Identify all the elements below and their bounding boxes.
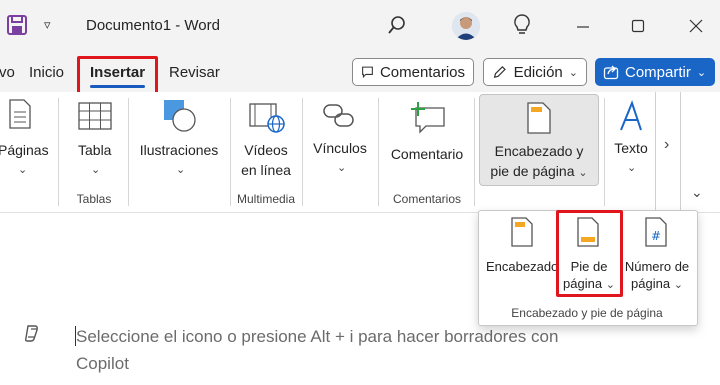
share-chevron-icon: ⌄ <box>696 66 707 79</box>
online-videos-label-line2: en línea <box>241 162 291 178</box>
tab-vo[interactable]: vo <box>0 64 15 81</box>
page-number-label-line2: página <box>631 276 671 291</box>
save-icon[interactable] <box>6 14 28 36</box>
quick-access-dropdown-icon[interactable]: ▿ <box>44 17 51 33</box>
svg-text:#: # <box>651 229 661 243</box>
ribbon-separator <box>128 98 129 206</box>
text-chevron-icon: ⌄ <box>627 162 637 174</box>
chevron-down-icon: ⌄ <box>568 66 578 79</box>
ribbon-separator <box>302 98 303 206</box>
pages-label: Páginas <box>0 142 49 158</box>
ribbon-separator <box>58 98 59 206</box>
comments-button[interactable]: Comentarios <box>352 58 474 86</box>
pencil-icon <box>493 65 506 79</box>
pages-button[interactable]: Páginas ⌄ <box>0 98 49 178</box>
ribbon-separator <box>378 98 379 206</box>
tab-inicio[interactable]: Inicio <box>29 64 64 81</box>
comment-icon <box>362 66 373 79</box>
maximize-button[interactable] <box>623 12 653 40</box>
close-button[interactable] <box>681 12 711 40</box>
minimize-button[interactable] <box>568 12 598 40</box>
pages-chevron-icon: ⌄ <box>18 164 28 176</box>
ribbon-more-button[interactable]: › <box>655 92 681 210</box>
chevron-right-icon: › <box>664 136 670 153</box>
window-title: Documento1 - Word <box>86 17 220 34</box>
copilot-prompt-text: Seleccione el icono o presione Alt + i p… <box>76 327 559 373</box>
illustrations-label: Ilustraciones <box>139 142 219 158</box>
header-footer-icon <box>527 102 551 134</box>
page-number-chevron-icon: ⌄ <box>673 279 683 291</box>
page-number-label-row: página ⌄ <box>622 275 692 294</box>
share-button-label: Compartir <box>625 63 691 81</box>
online-videos-button[interactable]: Vídeos en línea <box>236 98 296 178</box>
link-icon <box>323 104 354 127</box>
ribbon-separator <box>474 98 475 206</box>
new-comment-icon <box>411 102 445 134</box>
online-videos-label-line1: Vídeos <box>244 142 288 158</box>
ribbon-collapse-chevron-icon[interactable]: ⌄ <box>691 184 703 201</box>
header-icon <box>511 217 533 247</box>
group-label-multimedia: Multimedia <box>236 192 296 206</box>
illustrations-button[interactable]: Ilustraciones ⌄ <box>138 98 220 178</box>
ribbon-separator <box>604 98 605 206</box>
shapes-icon <box>164 100 196 132</box>
links-button[interactable]: Vínculos ⌄ <box>308 98 372 178</box>
video-icon <box>249 103 285 133</box>
table-icon <box>78 102 112 130</box>
header-footer-label-line1: Encabezado y <box>494 143 584 159</box>
avatar[interactable] <box>452 12 480 40</box>
illustrations-chevron-icon: ⌄ <box>176 164 186 176</box>
header-footer-label-line2: pie de página <box>490 163 575 179</box>
editing-button-label: Edición <box>513 63 563 81</box>
header-button[interactable]: Encabezado <box>486 216 559 296</box>
flyout-group-label: Encabezado y pie de página <box>511 306 663 320</box>
page-number-button[interactable]: # Número de página ⌄ <box>622 216 692 296</box>
search-icon[interactable] <box>386 14 408 41</box>
table-label: Tabla <box>78 142 112 158</box>
comment-button[interactable]: Comentario <box>384 98 470 178</box>
group-label-tables: Tablas <box>76 192 112 206</box>
text-icon <box>620 100 642 131</box>
links-label: Vínculos <box>313 140 367 156</box>
comments-button-label: Comentarios <box>379 63 465 81</box>
table-button[interactable]: Tabla ⌄ <box>72 98 118 178</box>
lightbulb-icon[interactable] <box>512 13 532 42</box>
share-button[interactable]: Compartir ⌄ <box>595 58 715 86</box>
page-number-icon: # <box>645 217 667 247</box>
group-label-comments: Comentarios <box>392 192 462 206</box>
copilot-icon[interactable] <box>22 323 42 348</box>
header-label: Encabezado <box>486 259 559 274</box>
header-footer-button[interactable]: Encabezado y pie de página ⌄ <box>479 94 599 186</box>
highlight-footer <box>556 210 623 297</box>
ribbon-separator <box>230 98 231 206</box>
text-button[interactable]: Texto ⌄ <box>608 98 654 178</box>
header-footer-label-row: pie de página ⌄ <box>480 161 598 183</box>
links-chevron-icon: ⌄ <box>337 162 347 174</box>
table-chevron-icon: ⌄ <box>91 164 101 176</box>
text-label: Texto <box>614 140 648 156</box>
editing-button[interactable]: Edición ⌄ <box>483 58 587 86</box>
highlight-insertar <box>77 56 158 96</box>
header-footer-chevron-icon: ⌄ <box>578 167 588 179</box>
tab-revisar[interactable]: Revisar <box>169 64 220 81</box>
share-icon <box>603 65 619 80</box>
comment-label: Comentario <box>390 146 464 162</box>
page-icon <box>9 99 31 129</box>
page-number-label-line1: Número de <box>624 259 690 274</box>
